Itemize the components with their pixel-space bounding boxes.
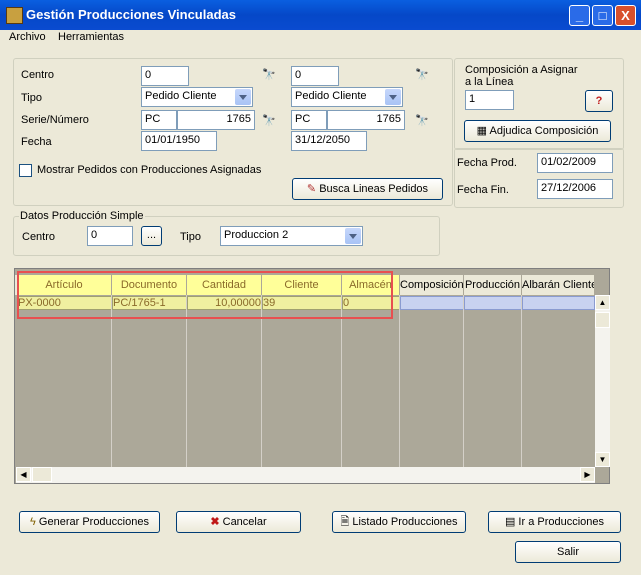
tipo-to-value: Pedido Cliente — [295, 90, 367, 102]
binoculars-icon[interactable]: 🔭 — [262, 114, 280, 127]
simple-tipo-label: Tipo — [180, 231, 201, 243]
table-icon: ▦ — [476, 125, 490, 137]
lightning-icon: ϟ — [30, 516, 39, 528]
app-icon — [6, 7, 23, 24]
serie-label: Serie/Número — [21, 114, 89, 126]
binoculars-icon[interactable]: 🔭 — [415, 114, 433, 127]
scroll-thumb[interactable] — [595, 312, 610, 328]
col-divider — [261, 295, 262, 467]
simple-tipo-select[interactable]: Produccion 2 — [220, 226, 363, 246]
adjudica-composicion-button[interactable]: ▦ Adjudica Composición — [464, 120, 611, 142]
chevron-down-icon[interactable] — [345, 228, 361, 244]
cancelar-label: Cancelar — [222, 516, 267, 528]
fecha-fin-input[interactable]: 27/12/2006 — [537, 179, 613, 199]
numero-from-input[interactable]: 1765 — [177, 110, 255, 130]
title-bar: Gestión Producciones Vinculadas _ □ X — [0, 0, 641, 30]
fecha-to-input[interactable]: 31/12/2050 — [291, 131, 367, 151]
minimize-button[interactable]: _ — [569, 5, 590, 26]
binoculars-icon[interactable]: 🔭 — [262, 68, 280, 81]
col-header-composicion[interactable]: Composición — [400, 275, 464, 295]
listado-producciones-button[interactable]: 🗎 Listado Producciones — [332, 511, 466, 533]
search-brush-icon: ✎ — [306, 183, 320, 195]
report-icon: 🗎 — [340, 516, 353, 528]
chevron-down-icon[interactable] — [385, 89, 401, 105]
table-cell[interactable] — [522, 296, 595, 310]
menu-herramientas[interactable]: Herramientas — [58, 31, 124, 43]
ir-label: Ir a Producciones — [518, 516, 605, 528]
busca-lineas-label: Busca Lineas Pedidos — [319, 183, 429, 195]
highlight-box — [17, 271, 393, 319]
fecha-label: Fecha — [21, 136, 52, 148]
binoculars-icon[interactable]: 🔭 — [415, 68, 433, 81]
tipo-to-select[interactable]: Pedido Cliente — [291, 87, 403, 107]
tipo-label: Tipo — [21, 92, 42, 104]
menu-archivo[interactable]: Archivo — [9, 31, 46, 43]
cancelar-button[interactable]: ✖ Cancelar — [176, 511, 301, 533]
mostrar-checkbox[interactable] — [19, 164, 32, 177]
horizontal-scrollbar[interactable]: ◀ ▶ — [16, 467, 595, 483]
help-button[interactable]: ? — [585, 90, 613, 112]
close-button[interactable]: X — [615, 5, 636, 26]
serie-to-input[interactable]: PC — [291, 110, 327, 130]
col-divider — [111, 295, 112, 467]
fecha-fin-label: Fecha Fin. — [457, 184, 509, 196]
help-icon: ? — [595, 95, 603, 107]
adjudica-label: Adjudica Composición — [489, 125, 599, 137]
ir-a-producciones-button[interactable]: ▤ Ir a Producciones — [488, 511, 621, 533]
simple-centro-input[interactable]: 0 — [87, 226, 133, 246]
simple-centro-label: Centro — [22, 231, 56, 243]
window-title: Gestión Producciones Vinculadas — [26, 7, 236, 22]
col-header-albaran[interactable]: Albarán Cliente — [522, 275, 595, 295]
salir-button[interactable]: Salir — [515, 541, 621, 563]
busca-lineas-button[interactable]: ✎ Busca Lineas Pedidos — [292, 178, 443, 200]
vertical-scrollbar[interactable]: ▲ ▼ — [595, 295, 610, 467]
menu-bar: Archivo Herramientas — [0, 30, 641, 46]
composicion-input[interactable]: 1 — [465, 90, 514, 110]
table-cell[interactable] — [464, 296, 522, 310]
numero-to-input[interactable]: 1765 — [327, 110, 405, 130]
main-window: Gestión Producciones Vinculadas _ □ X Ar… — [0, 0, 641, 575]
centro-to-input[interactable]: 0 — [291, 66, 339, 86]
simple-legend: Datos Producción Simple — [19, 210, 145, 222]
window-icon: ▤ — [504, 516, 519, 528]
scroll-h-thumb[interactable] — [32, 467, 52, 482]
serie-from-input[interactable]: PC — [141, 110, 177, 130]
fecha-from-input[interactable]: 01/01/1950 — [141, 131, 217, 151]
simple-tipo-value: Produccion 2 — [224, 229, 289, 241]
maximize-button[interactable]: □ — [592, 5, 613, 26]
fecha-prod-label: Fecha Prod. — [457, 157, 517, 169]
composicion-label-1: Composición a Asignar — [465, 64, 578, 76]
col-divider — [186, 295, 187, 467]
col-divider — [399, 295, 400, 467]
col-header-produccion[interactable]: Producción — [464, 275, 522, 295]
col-divider — [521, 295, 522, 467]
cancel-x-icon: ✖ — [210, 516, 223, 528]
centro-from-input[interactable]: 0 — [141, 66, 189, 86]
scroll-down-icon[interactable]: ▼ — [595, 452, 610, 467]
table-cell[interactable] — [400, 296, 464, 310]
generar-producciones-button[interactable]: ϟ Generar Producciones — [19, 511, 160, 533]
scroll-left-icon[interactable]: ◀ — [16, 467, 31, 482]
chevron-down-icon[interactable] — [235, 89, 251, 105]
centro-label: Centro — [21, 69, 55, 81]
tipo-from-select[interactable]: Pedido Cliente — [141, 87, 253, 107]
scroll-up-icon[interactable]: ▲ — [595, 295, 610, 310]
simple-centro-browse-button[interactable]: ... — [141, 226, 162, 246]
col-divider — [341, 295, 342, 467]
mostrar-label: Mostrar Pedidos con Producciones Asignad… — [37, 164, 262, 176]
col-divider — [463, 295, 464, 467]
productions-grid[interactable]: Artículo Documento Cantidad Cliente Alma… — [14, 268, 610, 484]
composicion-label-2: a la Línea — [465, 76, 514, 88]
listado-label: Listado Producciones — [352, 516, 458, 528]
generar-label: Generar Producciones — [38, 516, 149, 528]
fecha-prod-input[interactable]: 01/02/2009 — [537, 153, 613, 173]
scroll-right-icon[interactable]: ▶ — [580, 467, 595, 482]
tipo-from-value: Pedido Cliente — [145, 90, 217, 102]
